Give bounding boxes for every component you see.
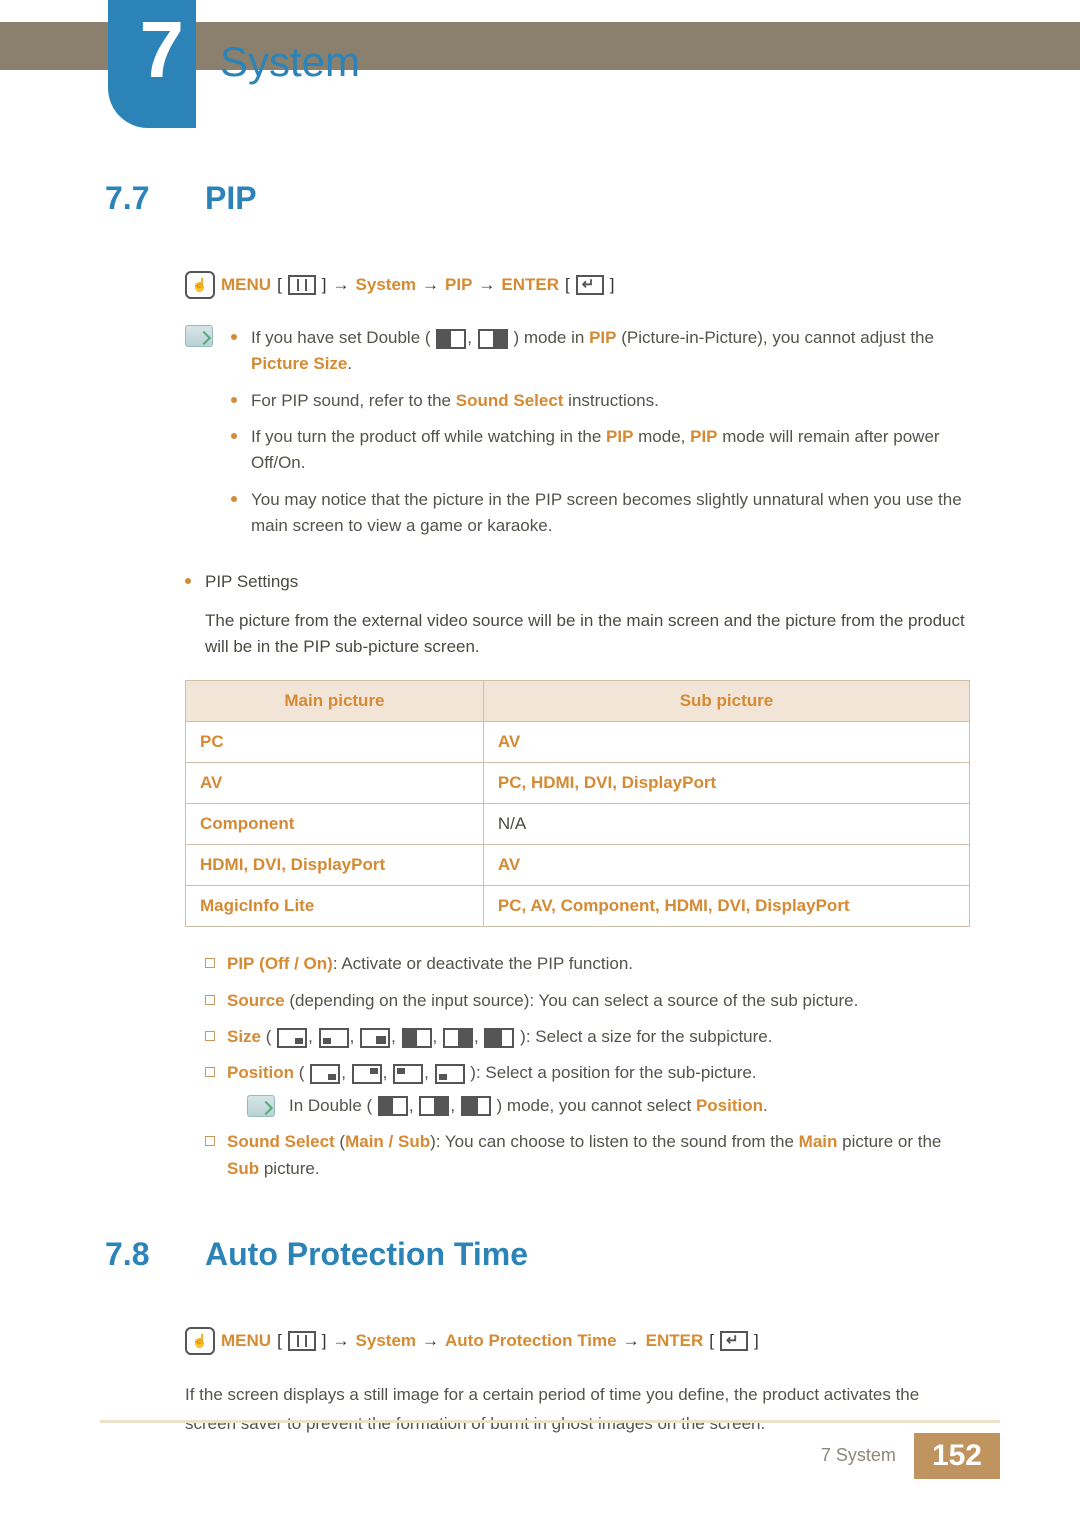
section-number: 7.8 [105,1236,175,1273]
footer-breadcrumb: 7 System [803,1433,914,1479]
section-number: 7.7 [105,180,175,217]
note-block: If you have set Double ( , ) mode in PIP… [185,325,970,549]
table-head-sub: Sub picture [483,681,969,722]
menu-label: MENU [221,1331,271,1351]
size-icon [319,1028,349,1048]
section-name: PIP [205,180,257,217]
table-row: MagicInfo LitePC, AV, Component, HDMI, D… [186,886,970,927]
table-cell-sub: PC, AV, Component, HDMI, DVI, DisplayPor… [483,886,969,927]
settings-block: PIP Settings The picture from the extern… [185,569,970,660]
table-cell-main: MagicInfo Lite [186,886,484,927]
size-icon [443,1028,473,1048]
settings-desc: The picture from the external video sour… [205,608,970,661]
section-pip: 7.7 PIP ☝ MENU [ ] → System → PIP → ENTE… [105,180,970,1182]
layout-double-right-icon [478,329,508,349]
note-item: For PIP sound, refer to the Sound Select… [231,388,970,414]
table-cell-main: AV [186,763,484,804]
note-item: If you turn the product off while watchi… [231,424,970,477]
note-icon [185,325,213,347]
note-icon [247,1095,275,1117]
enter-label: ENTER [501,275,559,295]
section-desc: If the screen displays a still image for… [185,1381,970,1439]
table-cell-sub: AV [483,845,969,886]
menu-bars-icon [288,1331,316,1351]
chapter-number: 7 [140,4,185,96]
size-icon [277,1028,307,1048]
page-number: 152 [914,1433,1000,1479]
table-cell-main: Component [186,804,484,845]
menu-label: MENU [221,275,271,295]
path-item: System [356,275,416,295]
table-head-main: Main picture [186,681,484,722]
section-heading: 7.7 PIP [105,180,970,217]
layout-icon [419,1096,449,1116]
footer-divider [100,1420,1000,1423]
path-item: PIP [445,275,472,295]
enter-icon [576,275,604,295]
position-icon [352,1064,382,1084]
option-position: Position ( , , , ): Select a position fo… [205,1060,970,1119]
settings-heading: PIP Settings The picture from the extern… [185,569,970,660]
menu-path: ☝ MENU [ ] → System → PIP → ENTER [ ] [185,271,970,299]
size-icon [402,1028,432,1048]
table-row: HDMI, DVI, DisplayPortAV [186,845,970,886]
layout-icon [378,1096,408,1116]
chapter-tab: 7 [108,0,196,128]
table-row: PCAV [186,722,970,763]
section-heading: 7.8 Auto Protection Time [105,1236,970,1273]
position-icon [435,1064,465,1084]
table-cell-sub: N/A [483,804,969,845]
table-cell-main: PC [186,722,484,763]
section-content: ☝ MENU [ ] → System → PIP → ENTER [ ] [185,271,970,1182]
size-icon [484,1028,514,1048]
chapter-title: System [220,38,360,86]
path-item: System [356,1331,416,1351]
section-name: Auto Protection Time [205,1236,528,1273]
layout-double-left-icon [436,329,466,349]
menu-bars-icon [288,275,316,295]
enter-icon [720,1331,748,1351]
remote-hand-icon: ☝ [185,271,215,299]
section-auto-protection: 7.8 Auto Protection Time ☝ MENU [ ] → Sy… [105,1236,970,1439]
note-list: If you have set Double ( , ) mode in PIP… [231,325,970,549]
option-source: Source (depending on the input source): … [205,988,970,1014]
table-row: ComponentN/A [186,804,970,845]
menu-path: ☝ MENU [ ] → System → Auto Protection Ti… [185,1327,970,1355]
page-body: 7.7 PIP ☝ MENU [ ] → System → PIP → ENTE… [0,170,1080,1527]
table-cell-sub: PC, HDMI, DVI, DisplayPort [483,763,969,804]
remote-hand-icon: ☝ [185,1327,215,1355]
layout-icon [461,1096,491,1116]
size-icon [360,1028,390,1048]
note-item: You may notice that the picture in the P… [231,487,970,540]
position-note: In Double ( , , ) mode, you cannot selec… [247,1093,970,1119]
option-list: PIP (Off / On): Activate or deactivate t… [205,951,970,1181]
source-table: Main picture Sub picture PCAVAVPC, HDMI,… [185,680,970,927]
position-icon [393,1064,423,1084]
page-footer: 7 System 152 [0,1433,1080,1479]
enter-label: ENTER [646,1331,704,1351]
table-cell-sub: AV [483,722,969,763]
option-sound: Sound Select (Main / Sub): You can choos… [205,1129,970,1182]
path-item: Auto Protection Time [445,1331,617,1351]
note-item: If you have set Double ( , ) mode in PIP… [231,325,970,378]
table-cell-main: HDMI, DVI, DisplayPort [186,845,484,886]
option-pip: PIP (Off / On): Activate or deactivate t… [205,951,970,977]
table-row: AVPC, HDMI, DVI, DisplayPort [186,763,970,804]
position-icon [310,1064,340,1084]
option-size: Size ( , , , , , ): Select a size for th… [205,1024,970,1050]
